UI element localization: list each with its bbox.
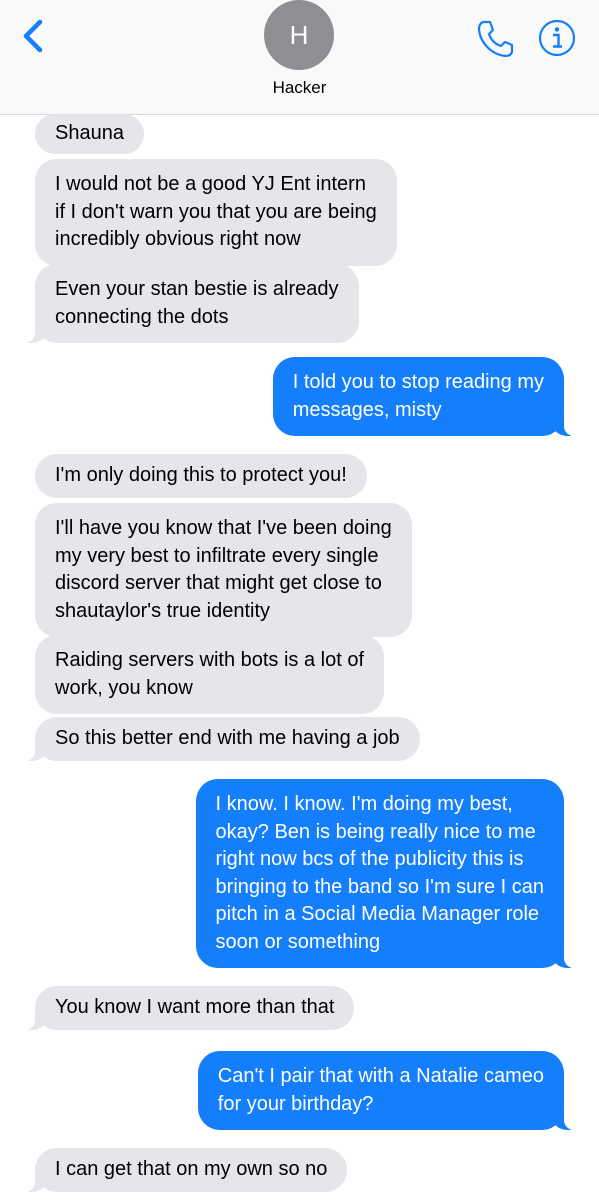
incoming-message-bubble[interactable]: You know I want more than that: [24, 986, 355, 1030]
phone-icon: [477, 20, 514, 58]
incoming-message-bubble[interactable]: Even your stan bestie is already connect…: [25, 264, 359, 343]
contact-name[interactable]: Hacker: [0, 78, 599, 98]
outgoing-message-bubble[interactable]: Can't I pair that with a Natalie cameo f…: [197, 1051, 575, 1130]
outgoing-message-bubble[interactable]: I told you to stop reading my messages, …: [272, 357, 575, 436]
incoming-message-bubble[interactable]: I'll have you know that I've been doing …: [35, 503, 412, 637]
conversation-header: H Hacker: [0, 0, 599, 115]
message-thread[interactable]: Shauna I would not be a good YJ Ent inte…: [0, 114, 599, 1200]
back-button[interactable]: [18, 16, 54, 56]
incoming-message-bubble[interactable]: Shauna: [35, 114, 144, 154]
messages-screen: H Hacker Shauna I would not be a good YJ…: [0, 0, 599, 1200]
incoming-message-bubble[interactable]: Raiding servers with bots is a lot of wo…: [35, 635, 385, 714]
info-button[interactable]: [537, 18, 577, 58]
call-button[interactable]: [474, 18, 516, 60]
incoming-message-bubble[interactable]: I would not be a good YJ Ent intern if I…: [35, 159, 397, 266]
incoming-message-bubble[interactable]: I'm only doing this to protect you!: [35, 454, 367, 498]
contact-avatar[interactable]: H: [264, 0, 334, 70]
outgoing-message-bubble[interactable]: I know. I know. I'm doing my best, okay?…: [195, 779, 575, 968]
incoming-message-bubble[interactable]: So this better end with me having a job: [25, 717, 420, 761]
chevron-left-icon: [23, 19, 43, 53]
info-icon: [538, 19, 576, 57]
incoming-message-bubble[interactable]: I can get that on my own so no: [24, 1148, 348, 1192]
